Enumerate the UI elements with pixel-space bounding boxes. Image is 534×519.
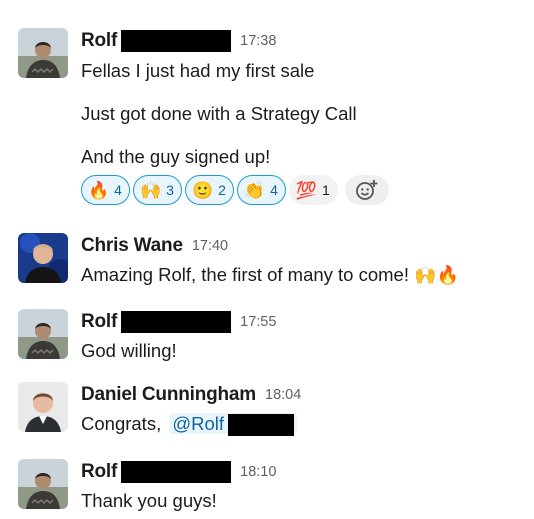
message-text: Fellas I just had my first sale <box>81 60 315 81</box>
avatar-daniel-cunningham[interactable] <box>18 382 68 432</box>
redacted-name <box>121 461 232 483</box>
message-body: Congrats, <box>81 413 162 434</box>
reaction-slight-smile[interactable]: 🙂 2 <box>184 175 234 205</box>
timestamp[interactable]: 17:38 <box>240 33 276 49</box>
avatar-rolf[interactable] <box>18 459 68 509</box>
avatar-rolf[interactable] <box>18 28 68 78</box>
author-name[interactable]: Daniel Cunningham <box>81 384 256 406</box>
message-text: Congrats, @Rolf <box>81 410 526 437</box>
reaction-count: 3 <box>166 182 174 198</box>
raised-hands-icon: 🙌 <box>414 265 437 285</box>
message-header: Chris Wane 17:40 <box>81 233 526 259</box>
reaction-raised-hands[interactable]: 🙌 3 <box>132 175 182 205</box>
message-header: Rolf 18:10 <box>81 459 526 485</box>
author-name[interactable]: Rolf <box>81 311 117 333</box>
reaction-count: 4 <box>270 182 278 198</box>
reaction-count: 1 <box>322 182 330 198</box>
message-header: Rolf 17:55 <box>81 309 526 335</box>
message-text: And the guy signed up! <box>81 146 271 167</box>
author-name[interactable]: Rolf <box>81 461 117 483</box>
timestamp[interactable]: 18:10 <box>240 464 276 480</box>
reaction-count: 4 <box>114 182 122 198</box>
message-text: Just got done with a Strategy Call <box>81 103 357 124</box>
timestamp[interactable]: 17:40 <box>192 238 228 254</box>
avatar-chris-wane[interactable] <box>18 233 68 283</box>
author-name[interactable]: Rolf <box>81 30 117 52</box>
redacted-name <box>228 414 295 437</box>
reaction-count: 2 <box>218 182 226 198</box>
add-reaction-button[interactable] <box>344 175 389 205</box>
message-text: Thank you guys! <box>81 490 217 511</box>
raised-hands-icon: 🙌 <box>139 180 162 200</box>
timestamp[interactable]: 18:04 <box>265 387 301 403</box>
reactions-bar: 🔥 4 🙌 3 🙂 2 👏 4 💯 1 <box>81 173 526 207</box>
timestamp[interactable]: 17:55 <box>240 314 276 330</box>
author-name[interactable]: Chris Wane <box>81 235 183 257</box>
redacted-name <box>121 30 232 52</box>
user-mention[interactable]: @Rolf <box>169 413 298 437</box>
reaction-clap[interactable]: 👏 4 <box>236 175 286 205</box>
slightly-smiling-face-icon: 🙂 <box>191 180 214 200</box>
fire-icon: 🔥 <box>88 180 110 200</box>
message-header: Rolf 17:38 <box>81 28 526 54</box>
add-reaction-icon <box>355 180 378 200</box>
reaction-fire[interactable]: 🔥 4 <box>81 175 130 205</box>
message-text: Amazing Rolf, the first of many to come!… <box>81 261 526 288</box>
hundred-points-icon: 💯 <box>295 180 318 200</box>
clapping-hands-icon: 👏 <box>243 180 266 200</box>
message-text: God willing! <box>81 340 177 361</box>
reaction-hundred[interactable]: 💯 1 <box>288 175 338 205</box>
message-header: Daniel Cunningham 18:04 <box>81 382 526 408</box>
redacted-name <box>121 311 232 333</box>
mention-label: @Rolf <box>172 413 225 434</box>
fire-icon: 🔥 <box>436 265 459 285</box>
avatar-rolf[interactable] <box>18 309 68 359</box>
message-body: Amazing Rolf, the first of many to come! <box>81 264 409 285</box>
